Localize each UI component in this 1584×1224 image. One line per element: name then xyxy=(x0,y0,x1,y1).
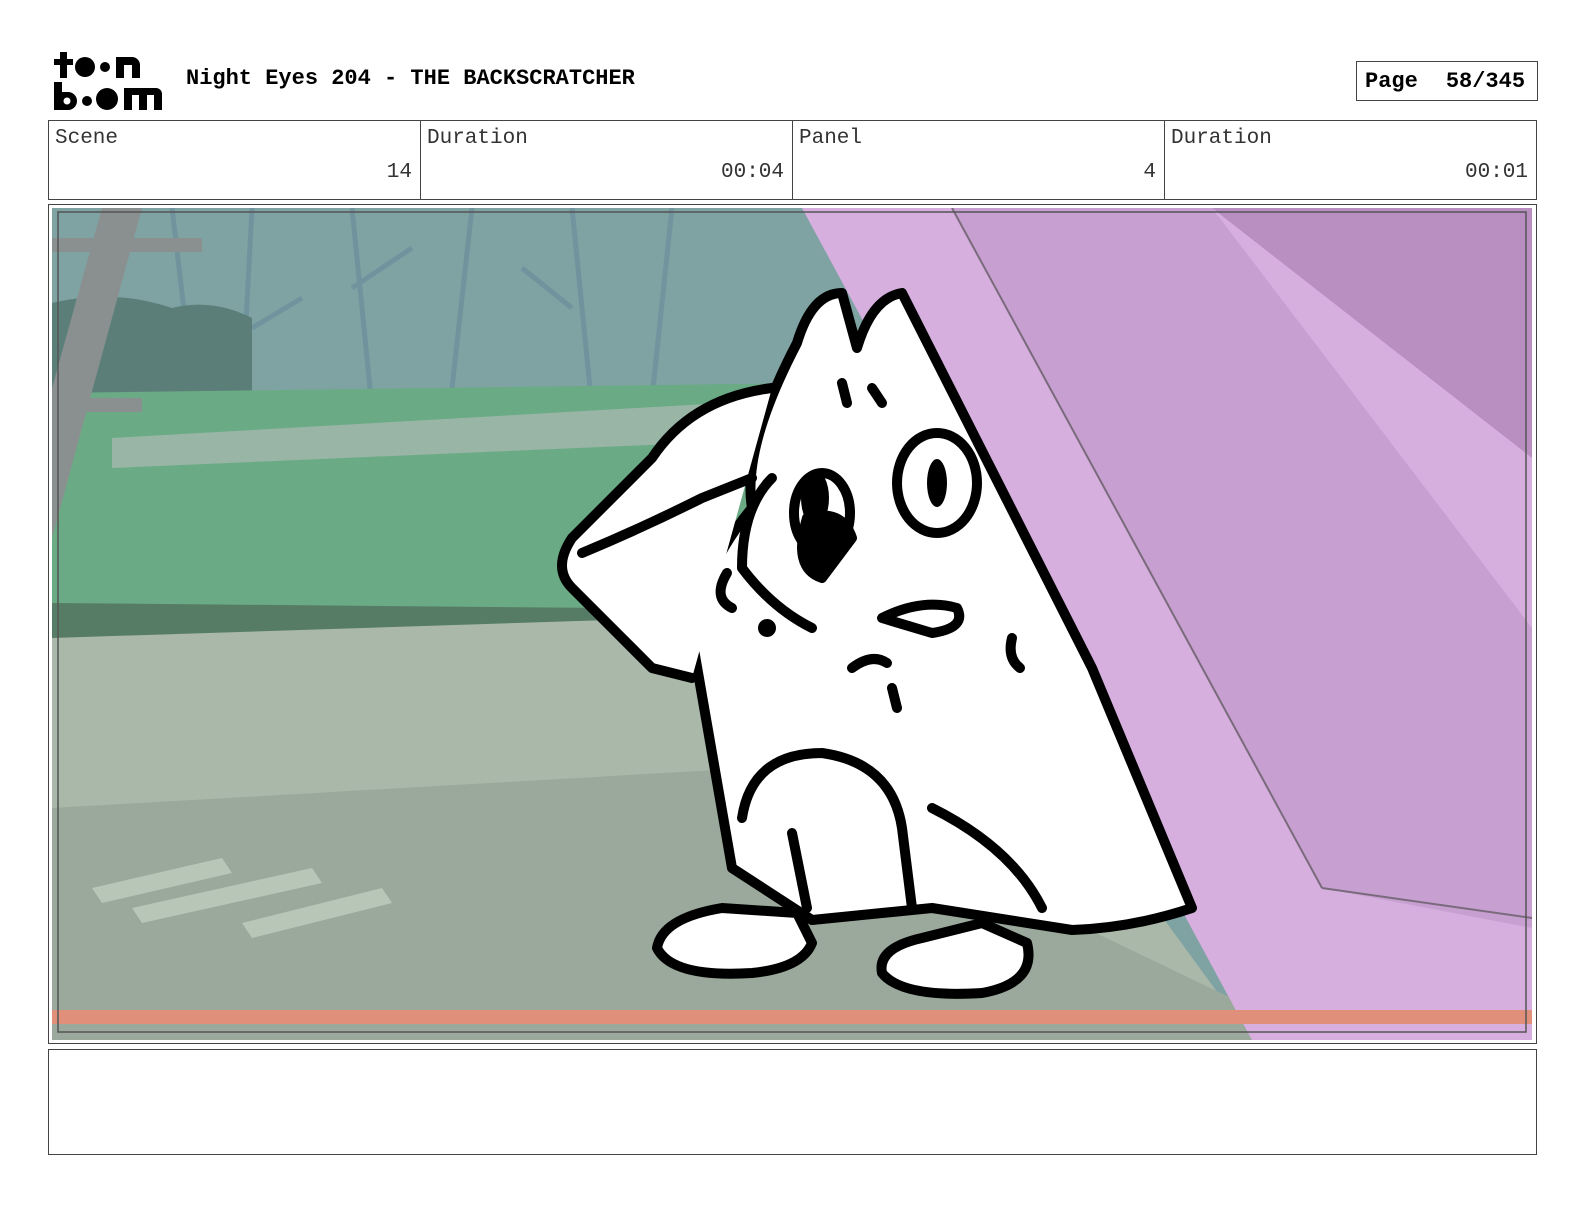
scene-duration-label: Duration xyxy=(427,127,528,150)
panel-value: 4 xyxy=(1143,161,1156,184)
page-indicator: Page 58/345 xyxy=(1356,61,1538,101)
panel-info-table: Scene 14 Duration 00:04 Panel 4 Duration… xyxy=(48,120,1537,200)
scene-cell: Scene 14 xyxy=(49,121,421,199)
title-safe-line xyxy=(52,1010,1532,1024)
page-number: 58/345 xyxy=(1445,68,1526,94)
panel-drawing xyxy=(52,208,1532,1040)
storyboard-panel xyxy=(48,204,1537,1044)
document-title: Night Eyes 204 - THE BACKSCRATCHER xyxy=(186,66,635,91)
panel-cell: Panel 4 xyxy=(793,121,1165,199)
page-label: Page xyxy=(1365,68,1418,94)
panel-duration-value: 00:01 xyxy=(1464,161,1528,184)
panel-duration-label: Duration xyxy=(1171,127,1272,150)
scene-label: Scene xyxy=(55,127,119,150)
toon-boom-logo xyxy=(54,52,162,110)
scene-value: 14 xyxy=(386,161,412,184)
panel-notes xyxy=(48,1049,1537,1155)
scene-duration-value: 00:04 xyxy=(720,161,784,184)
scene-duration-cell: Duration 00:04 xyxy=(421,121,793,199)
panel-duration-cell: Duration 00:01 xyxy=(1165,121,1536,199)
panel-label: Panel xyxy=(799,127,863,150)
